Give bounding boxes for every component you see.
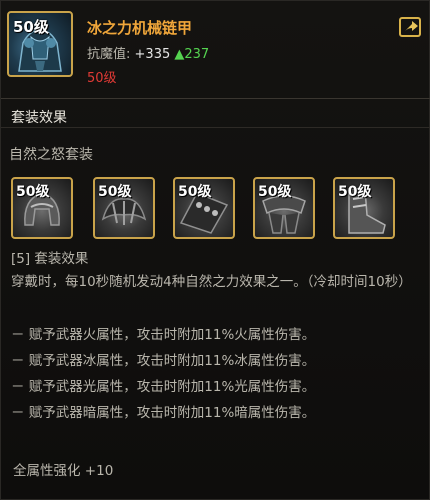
set-effect-line-light: － 赋予武器光属性，攻击时附加11%光属性伤害。	[11, 379, 316, 395]
set-item-boots[interactable]: 50级	[333, 177, 395, 239]
set-effect-title: [5] 套装效果	[11, 251, 89, 267]
set-effect-line-fire: － 赋予武器火属性，攻击时附加11%火属性伤害。	[11, 327, 316, 343]
item-stat: 抗魔值: +335 ▲237	[87, 43, 209, 62]
set-item-level: 50级	[16, 184, 50, 200]
item-icon[interactable]: 50级	[7, 11, 73, 77]
share-button[interactable]	[399, 17, 421, 37]
stat-label: 抗魔值:	[87, 47, 131, 62]
section-title: 套装效果	[11, 110, 67, 126]
section-divider	[1, 127, 430, 128]
set-items: 50级 50级 50级 50级 50级	[11, 177, 430, 241]
set-effect-line-dark: － 赋予武器暗属性，攻击时附加11%暗属性伤害。	[11, 405, 316, 421]
all-attribute-bonus: 全属性强化 +10	[13, 463, 114, 479]
stat-value: +335	[134, 47, 171, 62]
set-item-level: 50级	[338, 184, 372, 200]
item-header: 50级 冰之力机械链甲 抗魔值: +335 ▲237 50级	[1, 1, 430, 99]
set-item-shoulder[interactable]: 50级	[93, 177, 155, 239]
set-item-level: 50级	[258, 184, 292, 200]
set-item-helmet[interactable]: 50级	[11, 177, 73, 239]
share-icon	[405, 21, 418, 31]
item-level-badge: 50级	[13, 18, 49, 36]
set-effect-description: 穿戴时，每10秒随机发动4种自然之力效果之一。（冷却时间10秒）	[11, 274, 412, 290]
set-name: 自然之怒套装	[9, 147, 93, 163]
set-item-legs[interactable]: 50级	[253, 177, 315, 239]
required-level: 50级	[87, 71, 117, 86]
set-effect-line-ice: － 赋予武器冰属性，攻击时附加11%冰属性伤害。	[11, 353, 316, 369]
set-item-level: 50级	[98, 184, 132, 200]
set-item-belt[interactable]: 50级	[173, 177, 235, 239]
item-tooltip: 50级 冰之力机械链甲 抗魔值: +335 ▲237 50级 套装效果 自然之怒…	[0, 0, 430, 500]
stat-increase: ▲237	[174, 47, 210, 62]
item-name: 冰之力机械链甲	[87, 19, 193, 37]
set-item-level: 50级	[178, 184, 212, 200]
